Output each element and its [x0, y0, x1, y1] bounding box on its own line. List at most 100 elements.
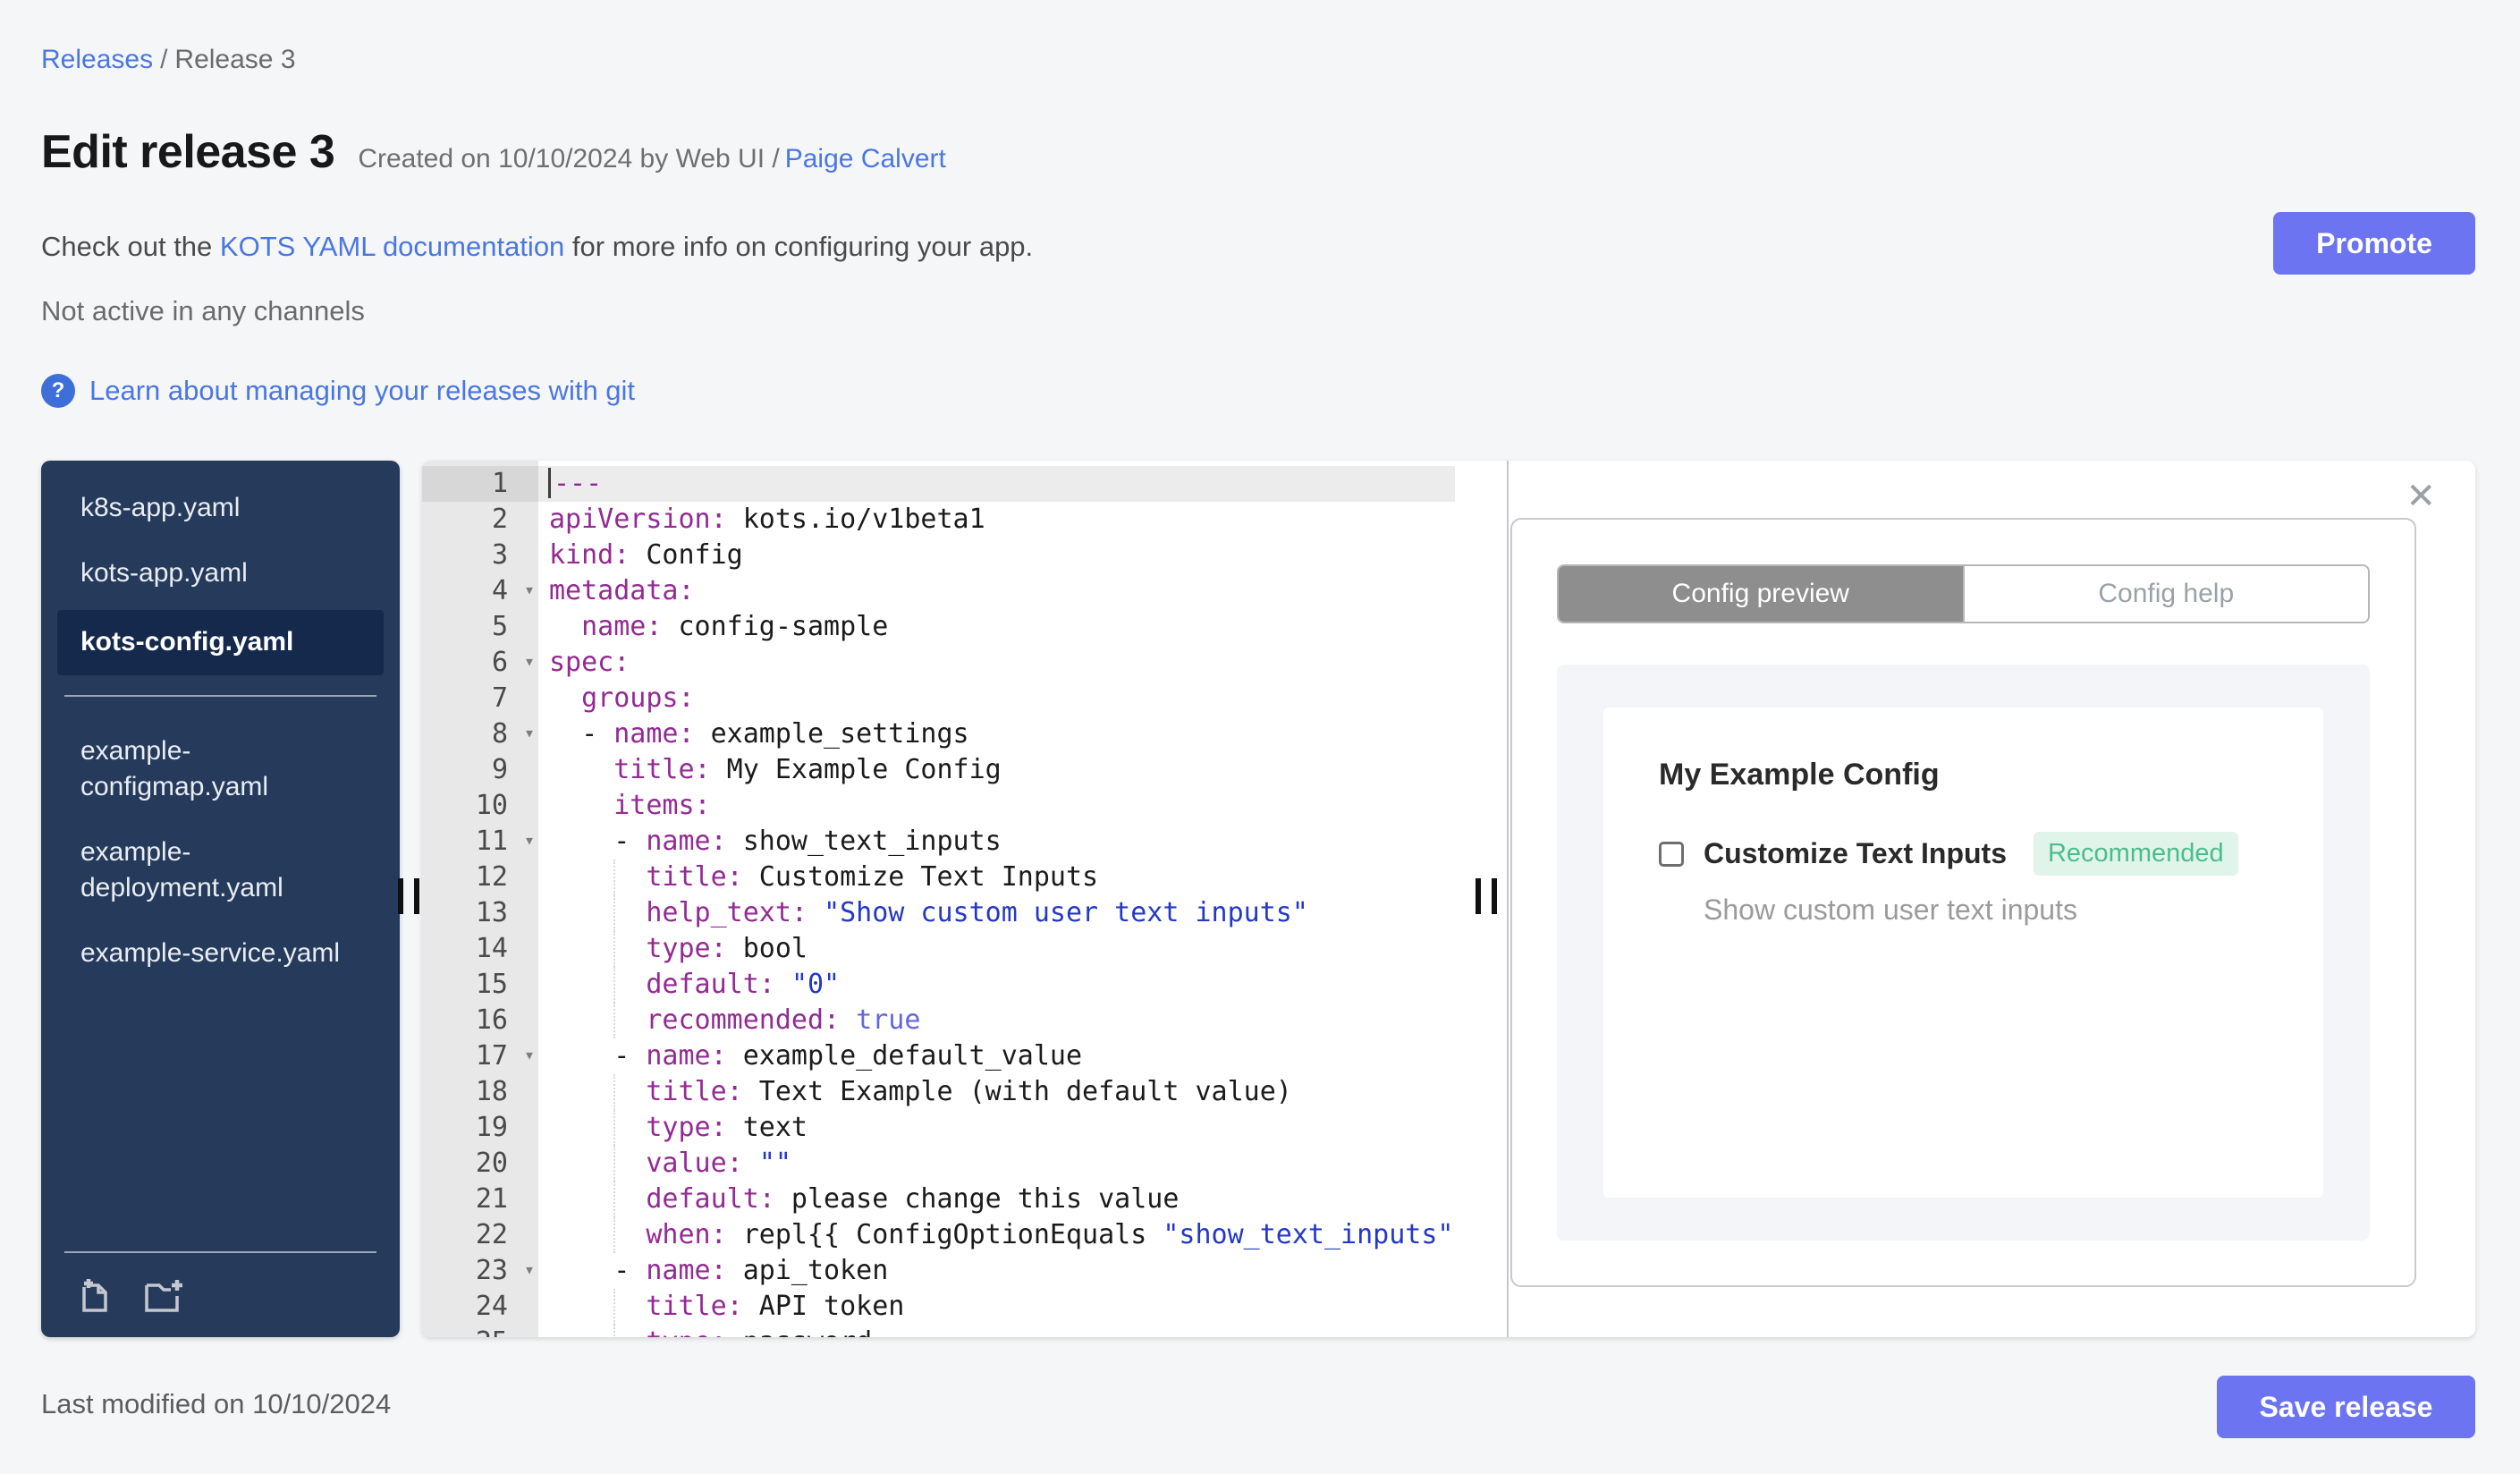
fold-arrow-icon[interactable]: ▾: [524, 643, 535, 679]
code-line-5[interactable]: 5 name: config-sample: [422, 609, 1507, 645]
code-line-20[interactable]: 20 value: "": [422, 1146, 1507, 1182]
editor-card: 1 --- 2 apiVersion: kots.io/v1beta1 3 kind: C…: [422, 461, 2475, 1337]
code-line-9[interactable]: 9 title: My Example Config: [422, 752, 1507, 788]
config-tab-group: Config preview Config help: [1557, 564, 2370, 623]
fold-arrow-icon[interactable]: ▾: [524, 822, 535, 858]
yaml-editor[interactable]: 1 --- 2 apiVersion: kots.io/v1beta1 3 kind: C…: [422, 461, 1509, 1337]
line-number: 11 ▾: [422, 824, 538, 860]
code-line-14[interactable]: 14 type: bool: [422, 931, 1507, 967]
line-number: 2: [491, 504, 508, 535]
line-number: 25: [422, 1325, 538, 1337]
add-file-icon[interactable]: [73, 1275, 114, 1316]
code-text: type: text: [538, 1110, 1455, 1146]
recommended-badge: Recommended: [2033, 832, 2238, 876]
config-item-label: Customize Text Inputs: [1704, 837, 2007, 869]
sidebar-file-example-service-yaml[interactable]: example-service.yaml: [57, 926, 384, 982]
code-line-25[interactable]: 25 type: password: [422, 1325, 1507, 1337]
tab-config-help[interactable]: Config help: [1962, 566, 2368, 622]
code-line-12[interactable]: 12 title: Customize Text Inputs: [422, 860, 1507, 895]
code-line-24[interactable]: 24 title: API token: [422, 1289, 1507, 1325]
help-question-icon[interactable]: ?: [41, 374, 75, 408]
fold-arrow-icon[interactable]: ▾: [524, 715, 535, 750]
line-number: 14: [475, 933, 508, 964]
promote-button[interactable]: Promote: [2273, 212, 2475, 275]
sidebar-file-example-deployment-yaml[interactable]: example-deployment.yaml: [57, 825, 384, 917]
line-number: 21: [475, 1183, 508, 1215]
docs-suffix: for more info on configuring your app.: [564, 231, 1034, 262]
code-line-21[interactable]: 21 default: please change this value: [422, 1182, 1507, 1217]
sidebar-file-kots-app-yaml[interactable]: kots-app.yaml: [57, 546, 384, 602]
kots-yaml-docs-link[interactable]: KOTS YAML documentation: [220, 231, 564, 262]
created-author-link[interactable]: Paige Calvert: [785, 144, 946, 174]
code-text: name: config-sample: [581, 611, 889, 642]
close-icon[interactable]: ✕: [2406, 479, 2436, 514]
code-text: type: bool: [538, 931, 1455, 967]
created-prefix: Created on 10/10/2024 by Web UI /: [358, 144, 780, 174]
code-line-8[interactable]: 8 ▾ - name: example_settings: [422, 716, 1507, 752]
fold-arrow-icon[interactable]: ▾: [524, 1037, 535, 1072]
code-line-1[interactable]: 1 ---: [422, 466, 1507, 502]
editor-resize-handle[interactable]: [1476, 878, 1497, 914]
release-editor: k8s-app.yaml kots-app.yaml kots-config.yam…: [41, 461, 2475, 1337]
sidebar-file-k8s-app-yaml[interactable]: k8s-app.yaml: [57, 480, 384, 537]
code-line-19[interactable]: 19 type: text: [422, 1110, 1507, 1146]
code-text: apiVersion: kots.io/v1beta1: [549, 504, 985, 535]
code-line-4[interactable]: 4 ▾ metadata:: [422, 573, 1507, 609]
line-number: 5: [491, 611, 508, 642]
save-release-button[interactable]: Save release: [2217, 1376, 2475, 1438]
sidebar-resize-handle[interactable]: [398, 878, 419, 914]
config-preview-area: My Example Config Customize Text Inputs …: [1557, 665, 2370, 1241]
code-line-13[interactable]: 13 help_text: "Show custom user text inp…: [422, 895, 1507, 931]
breadcrumb-separator: /: [160, 45, 168, 74]
sidebar-file-example-configmap-yaml[interactable]: example-configmap.yaml: [57, 724, 384, 816]
text-cursor: [548, 467, 551, 498]
sidebar-divider: [64, 694, 376, 697]
line-number: 22: [475, 1219, 508, 1250]
code-text: help_text: "Show custom user text inputs…: [538, 895, 1455, 931]
code-text: kind: Config: [549, 539, 743, 571]
code-line-10[interactable]: 10 items:: [422, 788, 1507, 824]
file-groups: k8s-app.yaml kots-app.yaml kots-config.yam…: [57, 480, 384, 1251]
tab-config-preview[interactable]: Config preview: [1559, 566, 1963, 622]
code-text: default: "0": [538, 967, 1455, 1003]
code-line-23[interactable]: 23 ▾ - name: api_token: [422, 1253, 1507, 1289]
code-line-2[interactable]: 2 apiVersion: kots.io/v1beta1: [422, 502, 1507, 538]
code-text: title: My Example Config: [613, 754, 1002, 785]
file-list-primary: k8s-app.yaml kots-app.yaml kots-config.yam…: [57, 480, 384, 675]
code-line-16[interactable]: 16 recommended: true: [422, 1003, 1507, 1038]
fold-arrow-icon[interactable]: ▾: [524, 1251, 535, 1287]
line-number: 23 ▾: [422, 1253, 538, 1289]
code-text: title: Text Example (with default value): [538, 1074, 1455, 1110]
git-releases-link[interactable]: Learn about managing your releases with …: [89, 375, 635, 407]
add-folder-icon[interactable]: [141, 1275, 186, 1316]
code-text: - name: example_default_value: [549, 1040, 1083, 1072]
line-number: 17 ▾: [422, 1038, 538, 1074]
breadcrumb-releases-link[interactable]: Releases: [41, 45, 153, 74]
breadcrumb-current: Release 3: [174, 45, 296, 74]
code-line-22[interactable]: 22 when: repl{{ ConfigOptionEquals "show…: [422, 1217, 1507, 1253]
line-number: 16: [475, 1004, 508, 1036]
line-number: 12: [475, 861, 508, 893]
code-text: type: password: [538, 1325, 1455, 1337]
code-line-7[interactable]: 7 groups:: [422, 681, 1507, 716]
customize-text-inputs-checkbox[interactable]: [1659, 841, 1684, 867]
line-number: 7: [491, 682, 508, 714]
code-text: recommended: true: [538, 1003, 1455, 1038]
sidebar-file-kots-config-yaml[interactable]: kots-config.yaml: [57, 610, 384, 675]
code-line-6[interactable]: 6 ▾ spec:: [422, 645, 1507, 681]
line-number: 6 ▾: [422, 645, 538, 681]
code-line-18[interactable]: 18 title: Text Example (with default val…: [422, 1074, 1507, 1110]
fold-arrow-icon[interactable]: ▾: [524, 572, 535, 607]
title-row: Edit release 3 Created on 10/10/2024 by …: [41, 125, 946, 179]
line-number: 4 ▾: [422, 573, 538, 609]
code-text: default: please change this value: [538, 1182, 1455, 1217]
code-line-11[interactable]: 11 ▾ - name: show_text_inputs: [422, 824, 1507, 860]
code-line-3[interactable]: 3 kind: Config: [422, 538, 1507, 573]
config-group-title: My Example Config: [1659, 758, 1940, 792]
code-text: value: "": [538, 1146, 1455, 1182]
code-line-15[interactable]: 15 default: "0": [422, 967, 1507, 1003]
code-line-17[interactable]: 17 ▾ - name: example_default_value: [422, 1038, 1507, 1074]
config-preview-card: My Example Config Customize Text Inputs …: [1603, 707, 2323, 1198]
code-scroller[interactable]: 1 --- 2 apiVersion: kots.io/v1beta1 3 kind: C…: [422, 461, 1507, 1337]
line-number: 20: [475, 1148, 508, 1179]
